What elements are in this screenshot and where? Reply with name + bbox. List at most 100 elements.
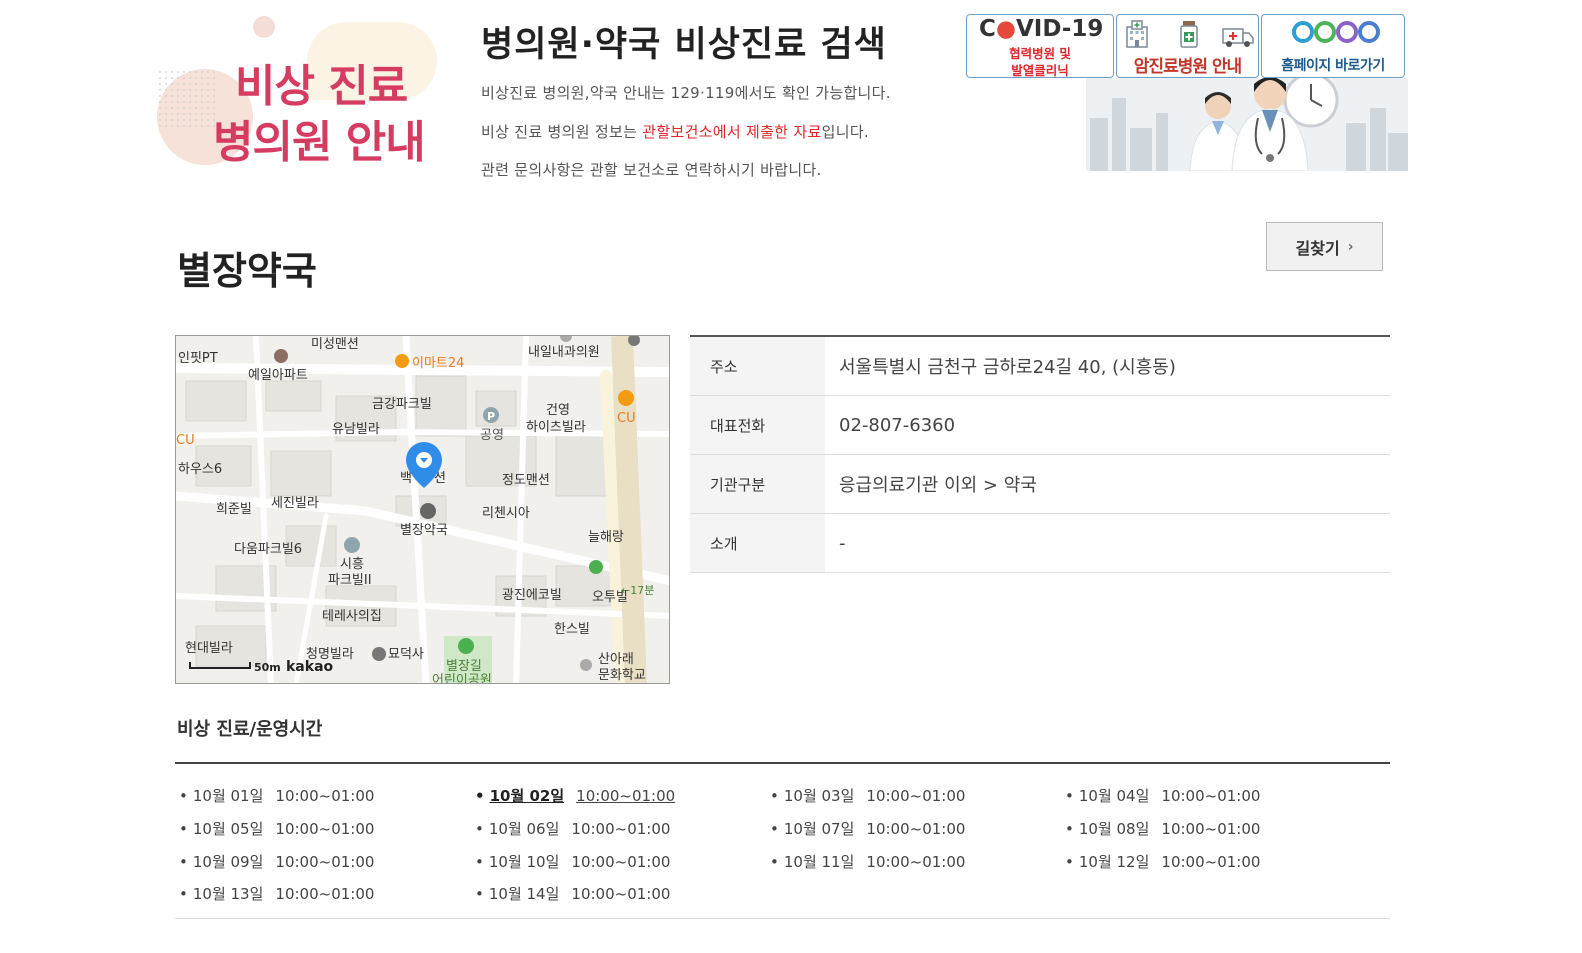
bullet: •: [475, 885, 484, 903]
bullet: •: [179, 787, 188, 805]
hours-item[interactable]: • 10월 01일 10:00~01:00: [179, 785, 374, 806]
hours-item[interactable]: • 10월 14일 10:00~01:00: [475, 883, 670, 904]
hours-item[interactable]: • 10월 05일 10:00~01:00: [179, 818, 374, 839]
hours-date: 10월 04일: [1078, 787, 1150, 805]
homepage-logo-ring-4: [1358, 21, 1380, 43]
header-desc-1: 비상진료 병의원,약국 안내는 129·119에서도 확인 가능합니다.: [481, 84, 891, 102]
svg-text:P: P: [487, 410, 495, 423]
svg-text:인핏PT: 인핏PT: [178, 351, 218, 366]
svg-text:산아래: 산아래: [598, 652, 634, 667]
hours-time: 10:00~01:00: [866, 820, 966, 838]
hours-item[interactable]: • 10월 07일 10:00~01:00: [770, 818, 965, 839]
info-row-phone: 대표전화 02-807-6360: [690, 396, 1390, 455]
cancer-hospital-banner-link[interactable]: 암진료병원 안내: [1116, 14, 1259, 78]
bullet: •: [475, 820, 484, 838]
chevron-right-icon: ›: [1347, 238, 1354, 255]
bullet: •: [179, 885, 188, 903]
hours-time: 10:00~01:00: [1161, 820, 1261, 838]
logo-deco-dots: [157, 69, 217, 129]
place-info-table: 주소 서울특별시 금천구 금하로24길 40, (시흥동) 대표전화 02-807-…: [690, 335, 1390, 573]
homepage-logo-ring-2: [1314, 21, 1336, 43]
hospital-building-icon: [1126, 20, 1148, 48]
homepage-logo-ring-3: [1336, 21, 1358, 43]
hours-time: 10:00~01:00: [571, 853, 671, 871]
svg-text:금강파크빌: 금강파크빌: [372, 397, 432, 412]
hours-date: 10월 07일: [783, 820, 855, 838]
info-key: 소개: [690, 514, 825, 572]
hours-date: 10월 01일: [192, 787, 264, 805]
svg-text:CU: CU: [176, 433, 195, 448]
svg-text:세진빌라: 세진빌라: [271, 496, 319, 511]
header-desc-2-post: 입니다.: [821, 123, 869, 141]
hours-date: 10월 06일: [488, 820, 560, 838]
hours-time: 10:00~01:00: [571, 885, 671, 903]
hours-date: 10월 12일: [1078, 853, 1150, 871]
hours-item[interactable]: • 10월 13일 10:00~01:00: [179, 883, 374, 904]
info-value: -: [839, 532, 846, 554]
info-key: 대표전화: [690, 396, 825, 454]
header-desc-2-highlight: 관할보건소에서 제출한 자료: [642, 123, 822, 141]
hours-time: 10:00~01:00: [275, 787, 375, 805]
homepage-banner-link[interactable]: 홈페이지 바로가기: [1261, 14, 1405, 78]
info-value: 응급의료기관 이외 > 약국: [839, 475, 1037, 496]
medicine-bottle-icon: [1180, 21, 1198, 48]
svg-text:건영: 건영: [546, 403, 570, 418]
logo-text-line1: 비상 진료: [235, 61, 408, 112]
covid-sub-1: 협력병원 및: [1009, 46, 1071, 61]
svg-text:정도맨션: 정도맨션: [502, 473, 550, 488]
svg-text:공영: 공영: [480, 428, 504, 443]
svg-text:하이츠빌라: 하이츠빌라: [526, 420, 586, 435]
hours-item-active[interactable]: • 10월 02일 10:00~01:00: [475, 785, 675, 806]
cancer-banner-label: 암진료병원 안내: [1133, 57, 1242, 77]
place-name-title: 별장약국: [177, 249, 317, 293]
hours-date: 10월 13일: [192, 885, 264, 903]
hours-time: 10:00~01:00: [866, 853, 966, 871]
hours-time: 10:00~01:00: [571, 820, 671, 838]
svg-text:CU: CU: [617, 411, 636, 426]
hours-date: 10월 03일: [783, 787, 855, 805]
svg-text:유남빌라: 유남빌라: [332, 422, 380, 437]
svg-text:리첸시아: 리첸시아: [482, 506, 530, 521]
hours-item[interactable]: • 10월 08일 10:00~01:00: [1065, 818, 1260, 839]
svg-text:문화학교: 문화학교: [598, 668, 646, 683]
svg-text:오투빌: 오투빌: [592, 590, 628, 605]
bullet: •: [475, 787, 485, 805]
svg-text:현대빌라: 현대빌라: [185, 641, 233, 656]
hours-time: 10:00~01:00: [1161, 787, 1261, 805]
hours-item[interactable]: • 10월 04일 10:00~01:00: [1065, 785, 1260, 806]
covid-banner-link[interactable]: C●VID-19 협력병원 및 발열클리닉: [966, 14, 1114, 78]
svg-text:내일내과의원: 내일내과의원: [528, 345, 600, 360]
emergency-care-logo: 비상 진료 병의원 안내: [157, 14, 443, 180]
info-value: 02-807-6360: [839, 414, 956, 436]
svg-text:다움파크빌6: 다움파크빌6: [234, 542, 302, 557]
bullet: •: [770, 787, 779, 805]
bullet: •: [475, 853, 484, 871]
hours-time: 10:00~01:00: [1161, 853, 1261, 871]
homepage-logo-ring-1: [1292, 21, 1314, 43]
route-button[interactable]: 길찾기 ›: [1266, 222, 1383, 271]
hours-item[interactable]: • 10월 12일 10:00~01:00: [1065, 851, 1260, 872]
svg-text:시흥: 시흥: [340, 557, 364, 572]
header-desc-2-pre: 비상 진료 병의원 정보는: [481, 123, 643, 141]
map-pin-label: 별장약국: [400, 523, 448, 538]
bullet: •: [1065, 853, 1074, 871]
svg-text:백: 백: [400, 471, 412, 486]
svg-text:묘덕사: 묘덕사: [388, 647, 424, 662]
doctor-illustration: [1086, 78, 1408, 171]
svg-text:하우스6: 하우스6: [178, 462, 222, 477]
svg-text:이마트24: 이마트24: [412, 356, 464, 371]
bullet: •: [770, 820, 779, 838]
svg-text:한스빌: 한스빌: [554, 622, 590, 637]
info-row-intro: 소개 -: [690, 514, 1390, 573]
hours-item[interactable]: • 10월 06일 10:00~01:00: [475, 818, 670, 839]
bullet: •: [1065, 787, 1074, 805]
hours-date: 10월 05일: [192, 820, 264, 838]
hours-section-title: 비상 진료/운영시간: [177, 719, 323, 740]
location-map[interactable]: P 인핏PT 미성맨션 예일아파트 이마트24 내일내과의원 금강파크빌 유남빌…: [175, 335, 670, 684]
header-desc-3: 관련 문의사항은 관할 보건소로 연락하시기 바랍니다.: [481, 161, 822, 179]
covid-title-c: C: [979, 16, 996, 42]
hours-item[interactable]: • 10월 03일 10:00~01:00: [770, 785, 965, 806]
hours-item[interactable]: • 10월 10일 10:00~01:00: [475, 851, 670, 872]
hours-item[interactable]: • 10월 11일 10:00~01:00: [770, 851, 965, 872]
hours-item[interactable]: • 10월 09일 10:00~01:00: [179, 851, 374, 872]
